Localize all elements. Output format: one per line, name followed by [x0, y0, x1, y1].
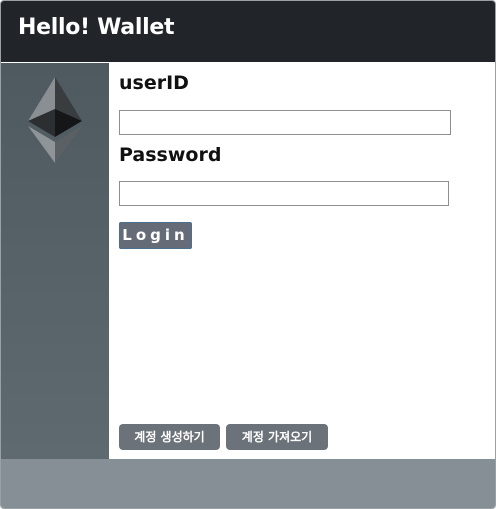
login-panel: userID Password Login 계정 생성하기 계정 가져오기 — [109, 63, 495, 459]
login-button[interactable]: Login — [119, 222, 192, 249]
password-label: Password — [119, 144, 222, 166]
footer-bar — [1, 459, 495, 508]
userid-input[interactable] — [119, 110, 451, 135]
sidebar — [1, 63, 109, 459]
wallet-window: Hello! Wallet userID Password Login 계정 생… — [0, 0, 496, 509]
userid-label: userID — [119, 72, 189, 94]
ethereum-icon — [28, 77, 82, 163]
header-bar: Hello! Wallet — [1, 1, 495, 62]
import-account-button[interactable]: 계정 가져오기 — [226, 424, 328, 450]
create-account-button[interactable]: 계정 생성하기 — [119, 424, 220, 450]
password-input[interactable] — [119, 181, 449, 206]
app-title: Hello! Wallet — [18, 15, 175, 40]
